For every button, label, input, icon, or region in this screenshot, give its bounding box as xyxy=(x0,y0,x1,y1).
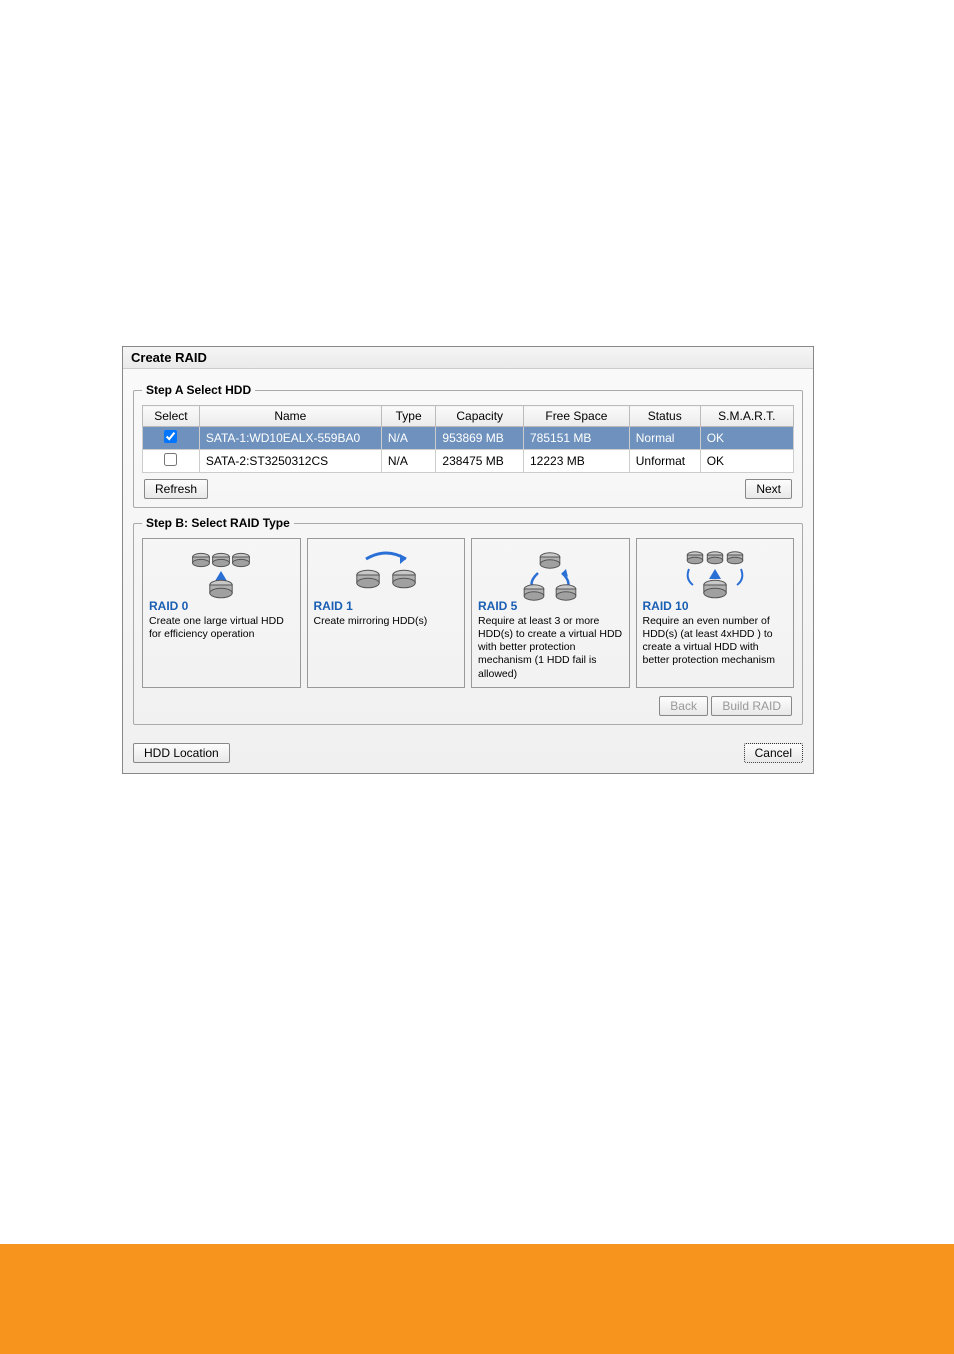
dialog-body: Step A Select HDD Select Name Type Capac… xyxy=(123,369,813,773)
col-status[interactable]: Status xyxy=(629,406,700,427)
col-name[interactable]: Name xyxy=(199,406,381,427)
raid-option-card[interactable]: RAID 10 Require an even number of HDD(s)… xyxy=(636,538,795,688)
refresh-button[interactable]: Refresh xyxy=(144,479,208,499)
step-b-legend: Step B: Select RAID Type xyxy=(142,516,294,530)
raid-icon xyxy=(314,545,459,595)
cell-smart: OK xyxy=(700,450,793,473)
col-freespace[interactable]: Free Space xyxy=(524,406,630,427)
cell-name: SATA-1:WD10EALX-559BA0 xyxy=(199,427,381,450)
raid-icon xyxy=(643,545,788,595)
raid-icon xyxy=(149,545,294,595)
cell-type: N/A xyxy=(381,427,436,450)
raid-description: Create one large virtual HDD for efficie… xyxy=(149,615,294,641)
cell-status: Normal xyxy=(629,427,700,450)
cell-freespace: 12223 MB xyxy=(524,450,630,473)
build-raid-button[interactable]: Build RAID xyxy=(711,696,792,716)
step-a-legend: Step A Select HDD xyxy=(142,383,255,397)
raid-icon xyxy=(478,545,623,595)
row-checkbox[interactable] xyxy=(164,453,177,466)
cell-name: SATA-2:ST3250312CS xyxy=(199,450,381,473)
raid-option-card[interactable]: RAID 1 Create mirroring HDD(s) xyxy=(307,538,466,688)
cell-status: Unformat xyxy=(629,450,700,473)
page-footer-bar xyxy=(0,1244,954,1354)
raid-title: RAID 5 xyxy=(478,599,623,613)
raid-title: RAID 1 xyxy=(314,599,459,613)
step-b-fieldset: Step B: Select RAID Type RAID 0 Create o… xyxy=(133,516,803,725)
cell-capacity: 953869 MB xyxy=(436,427,524,450)
raid-title: RAID 0 xyxy=(149,599,294,613)
table-row[interactable]: SATA-2:ST3250312CSN/A238475 MB12223 MBUn… xyxy=(143,450,794,473)
next-button[interactable]: Next xyxy=(745,479,792,499)
raid-option-card[interactable]: RAID 0 Create one large virtual HDD for … xyxy=(142,538,301,688)
step-a-fieldset: Step A Select HDD Select Name Type Capac… xyxy=(133,383,803,508)
cell-smart: OK xyxy=(700,427,793,450)
col-capacity[interactable]: Capacity xyxy=(436,406,524,427)
back-button[interactable]: Back xyxy=(659,696,708,716)
raid-option-card[interactable]: RAID 5 Require at least 3 or more HDD(s)… xyxy=(471,538,630,688)
col-type[interactable]: Type xyxy=(381,406,436,427)
raid-description: Create mirroring HDD(s) xyxy=(314,615,459,628)
hdd-table: Select Name Type Capacity Free Space Sta… xyxy=(142,405,794,473)
hdd-location-button[interactable]: HDD Location xyxy=(133,743,230,763)
table-row[interactable]: SATA-1:WD10EALX-559BA0N/A953869 MB785151… xyxy=(143,427,794,450)
col-select[interactable]: Select xyxy=(143,406,200,427)
raid-description: Require at least 3 or more HDD(s) to cre… xyxy=(478,615,623,681)
create-raid-dialog: Create RAID Step A Select HDD Select Nam… xyxy=(122,346,814,774)
cell-type: N/A xyxy=(381,450,436,473)
cancel-button[interactable]: Cancel xyxy=(744,743,803,763)
col-smart[interactable]: S.M.A.R.T. xyxy=(700,406,793,427)
raid-title: RAID 10 xyxy=(643,599,788,613)
row-checkbox[interactable] xyxy=(164,430,177,443)
dialog-title: Create RAID xyxy=(123,347,813,369)
cell-capacity: 238475 MB xyxy=(436,450,524,473)
raid-description: Require an even number of HDD(s) (at lea… xyxy=(643,615,788,668)
cell-freespace: 785151 MB xyxy=(524,427,630,450)
